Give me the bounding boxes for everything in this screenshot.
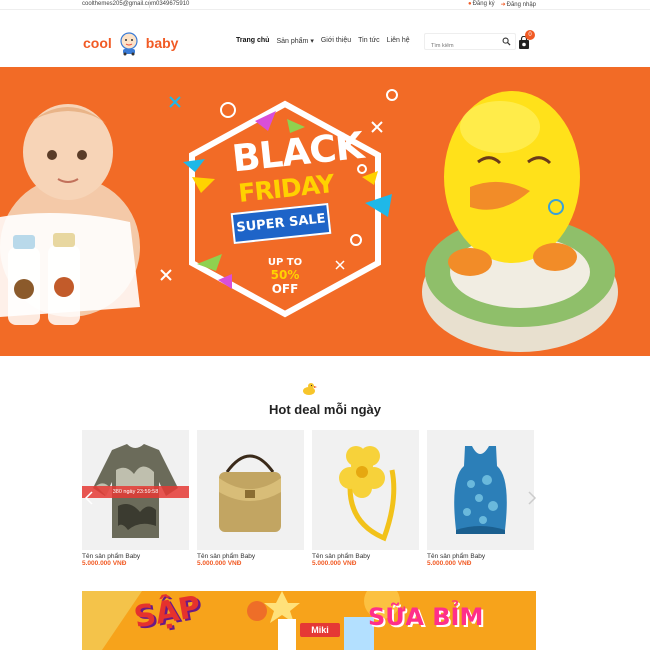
divider xyxy=(149,0,150,8)
cart-count-badge: 0 xyxy=(525,30,535,40)
tank-top-image xyxy=(454,446,507,534)
product-name[interactable]: Tên sản phẩm Baby xyxy=(312,553,419,560)
discount-text: UP TO 50% OFF xyxy=(262,257,308,296)
percent-text: 50% xyxy=(270,268,300,282)
logo-text-cool: cool xyxy=(83,35,112,51)
section-title-hot-deal: Hot deal mỗi ngày xyxy=(269,402,381,417)
register-link[interactable]: ●Đăng ký xyxy=(468,1,495,8)
product-card[interactable]: 380 ngày 23:59:58 Tên sản phẩm Baby 5.00… xyxy=(82,430,189,570)
search-icon[interactable] xyxy=(502,37,511,46)
nav-products-label: Sản phẩm xyxy=(276,38,309,45)
product-price: 5.000.000 VNĐ xyxy=(427,560,472,567)
nav-home[interactable]: Trang chủ xyxy=(236,37,269,45)
nav-products[interactable]: Sản phẩm ▾ xyxy=(276,37,313,45)
product-card[interactable]: Tên sản phẩm Baby 5.000.000 VNĐ xyxy=(312,430,419,570)
product-image-blue-tank-top[interactable] xyxy=(427,430,534,550)
product-image-flower-headband[interactable] xyxy=(312,430,419,550)
main-nav: Trang chủ Sản phẩm ▾ Giới thiệu Tin tức … xyxy=(236,37,410,45)
top-bar: coolthemes205@gmail.com 0349675910 ●Đăng… xyxy=(0,0,650,10)
duck-toy-image xyxy=(422,91,618,352)
chevron-right-icon[interactable] xyxy=(527,490,537,506)
product-image-camo-sweater[interactable]: 380 ngày 23:59:58 xyxy=(82,430,189,550)
search-box xyxy=(424,33,516,54)
site-logo[interactable]: cool baby xyxy=(83,30,178,56)
nav-news[interactable]: Tin tức xyxy=(358,37,380,45)
login-label: Đăng nhập xyxy=(506,2,536,8)
deal-countdown: 380 ngày 23:59:58 xyxy=(82,486,189,498)
product-carousel: 380 ngày 23:59:58 Tên sản phẩm Baby 5.00… xyxy=(82,430,536,570)
login-icon: ➜ xyxy=(500,2,506,8)
login-link[interactable]: ➜Đăng nhập xyxy=(501,1,536,8)
register-label: Đăng ký xyxy=(472,1,495,7)
miki-brand-logo: Miki xyxy=(300,623,340,637)
chevron-down-icon: ▾ xyxy=(310,38,314,45)
promo-banner[interactable]: SẬP Miki SỮA BỈM xyxy=(82,591,536,650)
search-input[interactable] xyxy=(425,38,495,54)
logo-text-baby: baby xyxy=(145,35,179,51)
product-name[interactable]: Tên sản phẩm Baby xyxy=(197,553,304,560)
up-to-text: UP TO xyxy=(267,257,303,268)
contact-email[interactable]: coolthemes205@gmail.com xyxy=(82,1,156,7)
handbag-image xyxy=(219,454,281,532)
duck-section-icon xyxy=(300,380,318,398)
site-header: cool baby Trang chủ Sản phẩm ▾ Giới thiệ… xyxy=(0,10,650,67)
chevron-left-icon[interactable] xyxy=(84,490,94,506)
headband-image xyxy=(339,446,397,542)
hero-banner[interactable]: BLACK FRIDAY SUPER SALE UP TO 50% OFF xyxy=(0,67,650,356)
product-name[interactable]: Tên sản phẩm Baby xyxy=(427,553,534,560)
product-price: 5.000.000 VNĐ xyxy=(312,560,357,567)
off-text: OFF xyxy=(271,282,299,296)
product-price: 5.000.000 VNĐ xyxy=(82,560,127,567)
product-card[interactable]: Tên sản phẩm Baby 5.000.000 VNĐ xyxy=(197,430,304,570)
product-name[interactable]: Tên sản phẩm Baby xyxy=(82,553,189,560)
nav-about[interactable]: Giới thiệu xyxy=(321,37,351,45)
promo-sua-bim-text: SỮA BỈM xyxy=(368,603,484,631)
product-price: 5.000.000 VNĐ xyxy=(197,560,242,567)
user-icon: ● xyxy=(467,1,472,7)
baby-mascot-icon xyxy=(120,32,138,56)
product-image-gold-handbag[interactable] xyxy=(197,430,304,550)
product-card[interactable]: Tên sản phẩm Baby 5.000.000 VNĐ xyxy=(427,430,534,570)
cart-button[interactable]: 0 xyxy=(518,30,535,50)
contact-phone[interactable]: 0349675910 xyxy=(156,1,189,7)
auth-links: ●Đăng ký ➜Đăng nhập xyxy=(468,1,536,8)
nav-contact[interactable]: Liên hệ xyxy=(387,37,410,45)
